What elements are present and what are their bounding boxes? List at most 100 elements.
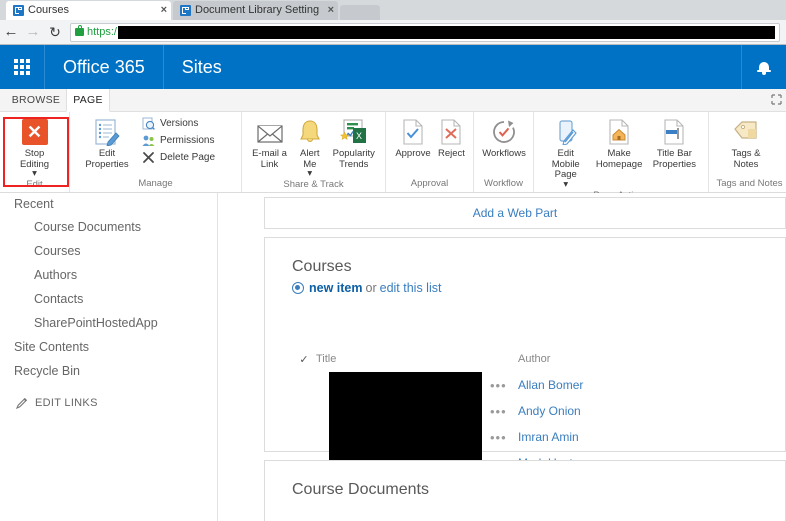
ribbon-tab-page[interactable]: PAGE: [66, 89, 110, 112]
email-link-icon: [256, 117, 284, 147]
edit-properties-label: Edit Properties: [85, 148, 129, 170]
ribbon-tab-browse[interactable]: BROWSE: [10, 89, 62, 112]
ribbon-group-workflow: Workflows Workflow: [474, 112, 534, 192]
ribbon-group-label-share-track: Share & Track: [283, 179, 344, 190]
focus-on-content-icon[interactable]: [770, 94, 783, 107]
versions-button[interactable]: Versions: [140, 115, 215, 132]
address-bar[interactable]: https:/: [70, 22, 780, 42]
table-row[interactable]: ••• Allan Bomer: [488, 372, 768, 398]
courses-list-table: ✓ Title Author ••• Allan Bomer ••• Andy …: [292, 350, 762, 479]
manage-small-buttons: Versions Permissions Delete Page: [138, 115, 215, 166]
ribbon-group-page-actions: Edit Mobile Page ▾ Make Homepage Title B…: [534, 112, 709, 201]
title-bar-properties-button[interactable]: Title Bar Properties: [647, 115, 702, 172]
new-tab-button[interactable]: [340, 5, 380, 20]
sidebar-item-site-contents[interactable]: Site Contents: [0, 335, 217, 359]
edit-this-list-link[interactable]: edit this list: [380, 281, 442, 295]
table-row[interactable]: ••• Andy Onion: [488, 398, 768, 424]
or-text: or: [365, 281, 377, 295]
alert-me-button[interactable]: Alert Me ▾: [291, 115, 329, 179]
ribbon-group-label-approval: Approval: [410, 178, 449, 189]
close-icon[interactable]: ×: [328, 1, 334, 20]
sidebar-item-recycle-bin[interactable]: Recycle Bin: [0, 359, 217, 383]
sidebar-item-sharepointhostedapp[interactable]: SharePointHostedApp: [0, 311, 217, 335]
browser-tab-courses[interactable]: Courses ×: [6, 1, 171, 20]
ribbon-group-manage: Edit Properties Versions Permissions Del…: [70, 112, 242, 192]
chevron-down-icon[interactable]: ▾: [307, 169, 312, 179]
edit-properties-button[interactable]: Edit Properties: [76, 115, 138, 172]
nav-heading-recent: Recent: [14, 197, 54, 211]
permissions-button[interactable]: Permissions: [140, 132, 215, 149]
tags-and-notes-button[interactable]: Tags & Notes: [715, 115, 777, 172]
edit-mobile-page-icon: [554, 117, 578, 147]
forward-icon[interactable]: →: [22, 20, 44, 44]
browser-tab-title: Courses: [28, 4, 69, 16]
new-item-icon: [292, 282, 304, 294]
workflows-button[interactable]: Workflows: [480, 115, 528, 162]
add-a-web-part-link[interactable]: Add a Web Part: [473, 206, 578, 220]
back-icon[interactable]: ←: [0, 20, 22, 44]
reload-icon[interactable]: ↻: [44, 20, 66, 44]
make-homepage-button[interactable]: Make Homepage: [591, 115, 646, 172]
course-documents-web-part: Course Documents: [264, 460, 786, 521]
chevron-down-icon[interactable]: ▾: [563, 179, 568, 189]
app-launcher-icon: [14, 59, 30, 75]
row-ellipsis-menu-icon[interactable]: •••: [488, 378, 518, 393]
sidebar-item-course-documents[interactable]: Course Documents: [0, 215, 217, 239]
browser-tab-document-library-settings[interactable]: Document Library Setting ×: [173, 1, 338, 20]
table-row[interactable]: ••• Imran Amin: [488, 424, 768, 450]
stop-editing-label: Stop Editing: [19, 148, 50, 170]
title-bar-properties-icon: [663, 117, 685, 147]
column-header-author[interactable]: Author: [518, 353, 648, 365]
edit-mobile-page-label: Edit Mobile Page: [551, 148, 580, 180]
left-navigation-pane: Recent Course Documents Courses Authors …: [0, 193, 218, 521]
course-documents-web-part-title: Course Documents: [292, 481, 429, 498]
make-homepage-label: Make Homepage: [595, 148, 643, 170]
approve-button[interactable]: Approve: [392, 115, 434, 162]
email-a-link-button[interactable]: E-mail a Link: [248, 115, 291, 172]
stop-editing-icon: ✕: [21, 117, 48, 147]
ribbon-group-tags-notes: Tags & Notes Tags and Notes: [709, 112, 786, 192]
make-homepage-icon: [608, 117, 630, 147]
row-author-link[interactable]: Imran Amin: [518, 430, 579, 444]
reject-label: Reject: [438, 148, 465, 159]
sharepoint-ribbon: BROWSE PAGE ✕ Stop Editing ▾ Edit Edit P…: [0, 89, 786, 201]
approve-label: Approve: [395, 148, 431, 159]
notifications-button[interactable]: [741, 45, 786, 89]
ribbon-tab-row: BROWSE PAGE: [0, 89, 786, 112]
stop-editing-button[interactable]: ✕ Stop Editing ▾: [6, 115, 63, 179]
sharepoint-favicon-icon: [180, 5, 191, 16]
edit-links-label: EDIT LINKS: [35, 397, 98, 409]
new-item-link[interactable]: new item: [309, 281, 363, 295]
column-header-title[interactable]: Title: [316, 353, 488, 365]
alert-me-label: Alert Me: [300, 148, 320, 170]
edit-links-button[interactable]: EDIT LINKS: [0, 383, 217, 410]
office365-suite-bar: Office 365 Sites: [0, 45, 786, 89]
sidebar-item-contacts[interactable]: Contacts: [0, 287, 217, 311]
chevron-down-icon[interactable]: ▾: [32, 169, 37, 179]
row-ellipsis-menu-icon[interactable]: •••: [488, 404, 518, 419]
ribbon-group-approval: Approve Reject Approval: [386, 112, 474, 192]
url-scheme-text: https:/: [87, 26, 117, 38]
permissions-icon: [140, 134, 156, 147]
select-all-checkmark-icon[interactable]: ✓: [292, 353, 316, 366]
row-author-link[interactable]: Allan Bomer: [518, 378, 583, 392]
row-ellipsis-menu-icon[interactable]: •••: [488, 430, 518, 445]
delete-page-button[interactable]: Delete Page: [140, 149, 215, 166]
sidebar-item-courses[interactable]: Courses: [0, 239, 217, 263]
url-redacted-block: [117, 25, 775, 39]
sites-app-link[interactable]: Sites: [164, 45, 240, 89]
reject-button[interactable]: Reject: [434, 115, 469, 162]
add-web-part-zone[interactable]: Add a Web Part: [264, 197, 786, 229]
edit-mobile-page-button[interactable]: Edit Mobile Page ▾: [540, 115, 591, 190]
list-column-headers: ✓ Title Author: [292, 350, 762, 368]
close-icon[interactable]: ×: [161, 1, 167, 20]
row-author-link[interactable]: Andy Onion: [518, 404, 581, 418]
ribbon-group-label-workflow: Workflow: [484, 178, 523, 189]
popularity-trends-button[interactable]: X Popularity Trends: [329, 115, 379, 172]
app-launcher-button[interactable]: [0, 45, 45, 89]
permissions-label: Permissions: [160, 135, 215, 146]
sidebar-item-authors[interactable]: Authors: [0, 263, 217, 287]
courses-command-row: new item or edit this list: [265, 276, 785, 295]
office365-brand-link[interactable]: Office 365: [45, 45, 164, 89]
workflows-label: Workflows: [482, 148, 526, 159]
